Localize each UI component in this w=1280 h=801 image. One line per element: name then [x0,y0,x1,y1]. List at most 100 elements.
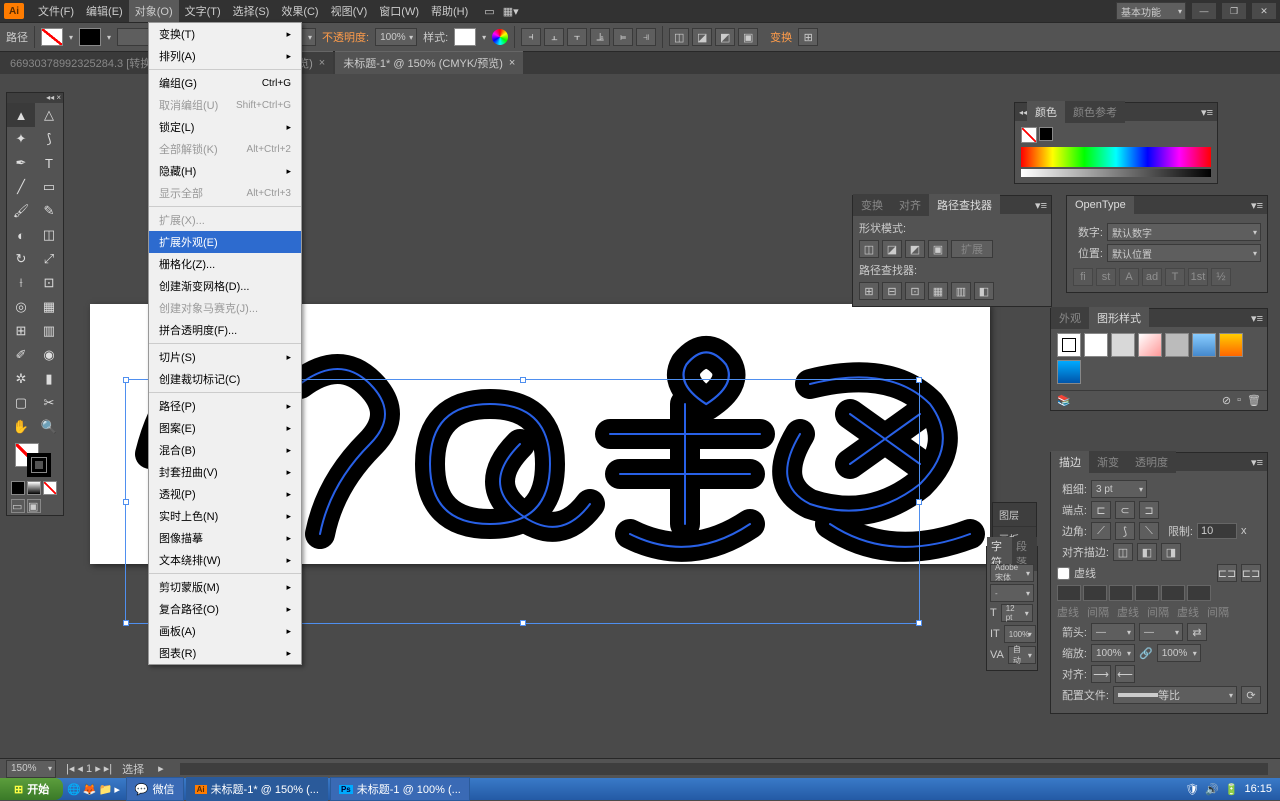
magic-wand-tool[interactable]: ✦ [7,127,35,151]
scale-tool[interactable]: ⤢ [35,247,63,271]
perspective-tool[interactable]: ▦ [35,295,63,319]
close-button[interactable]: ✕ [1252,3,1276,19]
menu-item[interactable]: 排列(A) [149,45,301,67]
tray-icon[interactable]: 🛡 [1185,783,1199,796]
pathfinder-buttons[interactable]: ◫◪◩▣ [669,28,758,46]
pencil-tool[interactable]: ✎ [35,199,63,223]
minus-front-button[interactable]: ◪ [882,240,902,258]
menu-effect[interactable]: 效果(C) [275,0,324,22]
graph-tool[interactable]: ▮ [35,367,63,391]
blend-tool[interactable]: ◉ [35,343,63,367]
paintbrush-tool[interactable]: 🖌 [7,199,35,223]
recolor-icon[interactable] [492,29,508,45]
opacity-input[interactable]: 100% [375,28,417,46]
unite-button[interactable]: ◫ [859,240,879,258]
fill-indicator[interactable] [1021,127,1037,143]
panel-menu-icon[interactable]: ▾≡ [1031,199,1051,212]
limit-input[interactable] [1197,523,1237,539]
panel-menu-icon[interactable]: ▾≡ [1247,199,1267,212]
h-scrollbar[interactable] [180,763,1268,775]
menu-item[interactable]: 栅格化(Z)... [149,253,301,275]
eyedropper-tool[interactable]: ✐ [7,343,35,367]
menu-item[interactable]: 透视(P) [149,483,301,505]
quicklaunch-icon[interactable]: 🦊 [83,783,97,796]
menu-help[interactable]: 帮助(H) [425,0,474,22]
new-style-icon[interactable]: ▫ [1237,394,1241,407]
isolate-icon[interactable]: ⊞ [798,28,818,46]
menu-item[interactable]: 锁定(L) [149,116,301,138]
menu-item[interactable]: 路径(P) [149,395,301,417]
blob-brush-tool[interactable]: ◐ [7,223,35,247]
menu-file[interactable]: 文件(F) [32,0,80,22]
eraser-tool[interactable]: ◫ [35,223,63,247]
pathfinder-tab[interactable]: 路径查找器 [929,194,1000,216]
font-style[interactable]: - [990,584,1034,602]
screen-mode-full[interactable]: ▣ [27,499,41,513]
maximize-button[interactable]: ❐ [1222,3,1246,19]
menu-item[interactable]: 画板(A) [149,620,301,642]
menu-item[interactable]: 创建裁切标记(C) [149,368,301,390]
hand-tool[interactable]: ✋ [7,415,35,439]
arrow-align-end[interactable]: ⟵ [1115,665,1135,683]
color-mode-gradient[interactable] [27,481,41,495]
graphic-style-swatch[interactable] [454,28,476,46]
graphic-styles-tab[interactable]: 图形样式 [1089,307,1149,329]
trim-button[interactable]: ⊟ [882,282,902,300]
taskbar-item[interactable]: Ai未标题-1* @ 150% (... [186,777,328,801]
menu-item[interactable]: 文本绕排(W) [149,549,301,571]
menu-item[interactable]: 切片(S) [149,346,301,368]
dash-align[interactable]: ⊏⊐ [1241,564,1261,582]
menu-item[interactable]: 剪切蒙版(M) [149,576,301,598]
menu-item[interactable]: 实时上色(N) [149,505,301,527]
layers-tab-collapsed[interactable]: 图层 [993,503,1036,527]
stroke-indicator[interactable] [1039,127,1053,141]
cap-butt[interactable]: ⊏ [1091,501,1111,519]
styles-grid[interactable] [1057,333,1261,384]
menu-item[interactable]: 图案(E) [149,417,301,439]
align-buttons[interactable]: ⫞⫠⫟ ⫡⫢⫣ [521,28,656,46]
taskbar-item[interactable]: 💬微信 [126,777,184,801]
mesh-tool[interactable]: ⊞ [7,319,35,343]
swap-arrows[interactable]: ⇄ [1187,623,1207,641]
artboard-nav[interactable]: |◂ ◂ 1 ▸ ▸| [66,762,112,775]
arrow-scale-end[interactable]: 100% [1157,644,1201,662]
arrow-scale-start[interactable]: 100% [1091,644,1135,662]
quicklaunch-icon[interactable]: 🌐 [67,783,81,796]
free-transform-tool[interactable]: ⊡ [35,271,63,295]
stroke-tab[interactable]: 描边 [1051,451,1089,473]
tray-icon[interactable]: 🔋 [1225,783,1239,796]
color-guide-tab[interactable]: 颜色参考 [1065,101,1125,123]
appearance-tab[interactable]: 外观 [1051,307,1089,329]
menu-type[interactable]: 文字(T) [179,0,227,22]
system-tray[interactable]: 🛡 🔊 🔋 16:15 [1177,783,1280,796]
menu-item[interactable]: 图表(R) [149,642,301,664]
fill-stroke-indicator[interactable] [7,439,63,479]
minimize-button[interactable]: — [1192,3,1216,19]
color-mode-solid[interactable] [11,481,25,495]
crop-button[interactable]: ▦ [928,282,948,300]
color-tab[interactable]: 颜色 [1027,101,1065,123]
menu-item[interactable]: 图像描摹 [149,527,301,549]
position-select[interactable]: 默认位置 [1107,244,1261,262]
panel-menu-icon[interactable]: ▾≡ [1197,106,1217,119]
menu-item[interactable]: 复合路径(O) [149,598,301,620]
color-mode-none[interactable] [43,481,57,495]
menu-item[interactable]: 扩展外观(E) [149,231,301,253]
stroke-swatch[interactable] [79,28,101,46]
break-link-icon[interactable]: ⊘ [1222,394,1231,407]
tray-icon[interactable]: 🔊 [1205,783,1219,796]
leading[interactable]: 100% [1004,625,1036,643]
width-tool[interactable]: ⟊ [7,271,35,295]
transform-tab[interactable]: 变换 [853,194,891,216]
arrow-start[interactable]: — [1091,623,1135,641]
profile-select[interactable]: 等比 [1113,686,1237,704]
cap-round[interactable]: ⊂ [1115,501,1135,519]
menu-item[interactable]: 拼合透明度(F)... [149,319,301,341]
merge-button[interactable]: ⊡ [905,282,925,300]
quicklaunch-icon[interactable]: 📁 [99,783,113,796]
taskbar-item[interactable]: Ps未标题-1 @ 100% (... [330,777,470,801]
doc-layout-icon[interactable]: ▭ [484,5,494,18]
slice-tool[interactable]: ✂ [35,391,63,415]
gradient-tab[interactable]: 渐变 [1089,451,1127,473]
transform-link[interactable]: 变换 [770,29,792,45]
